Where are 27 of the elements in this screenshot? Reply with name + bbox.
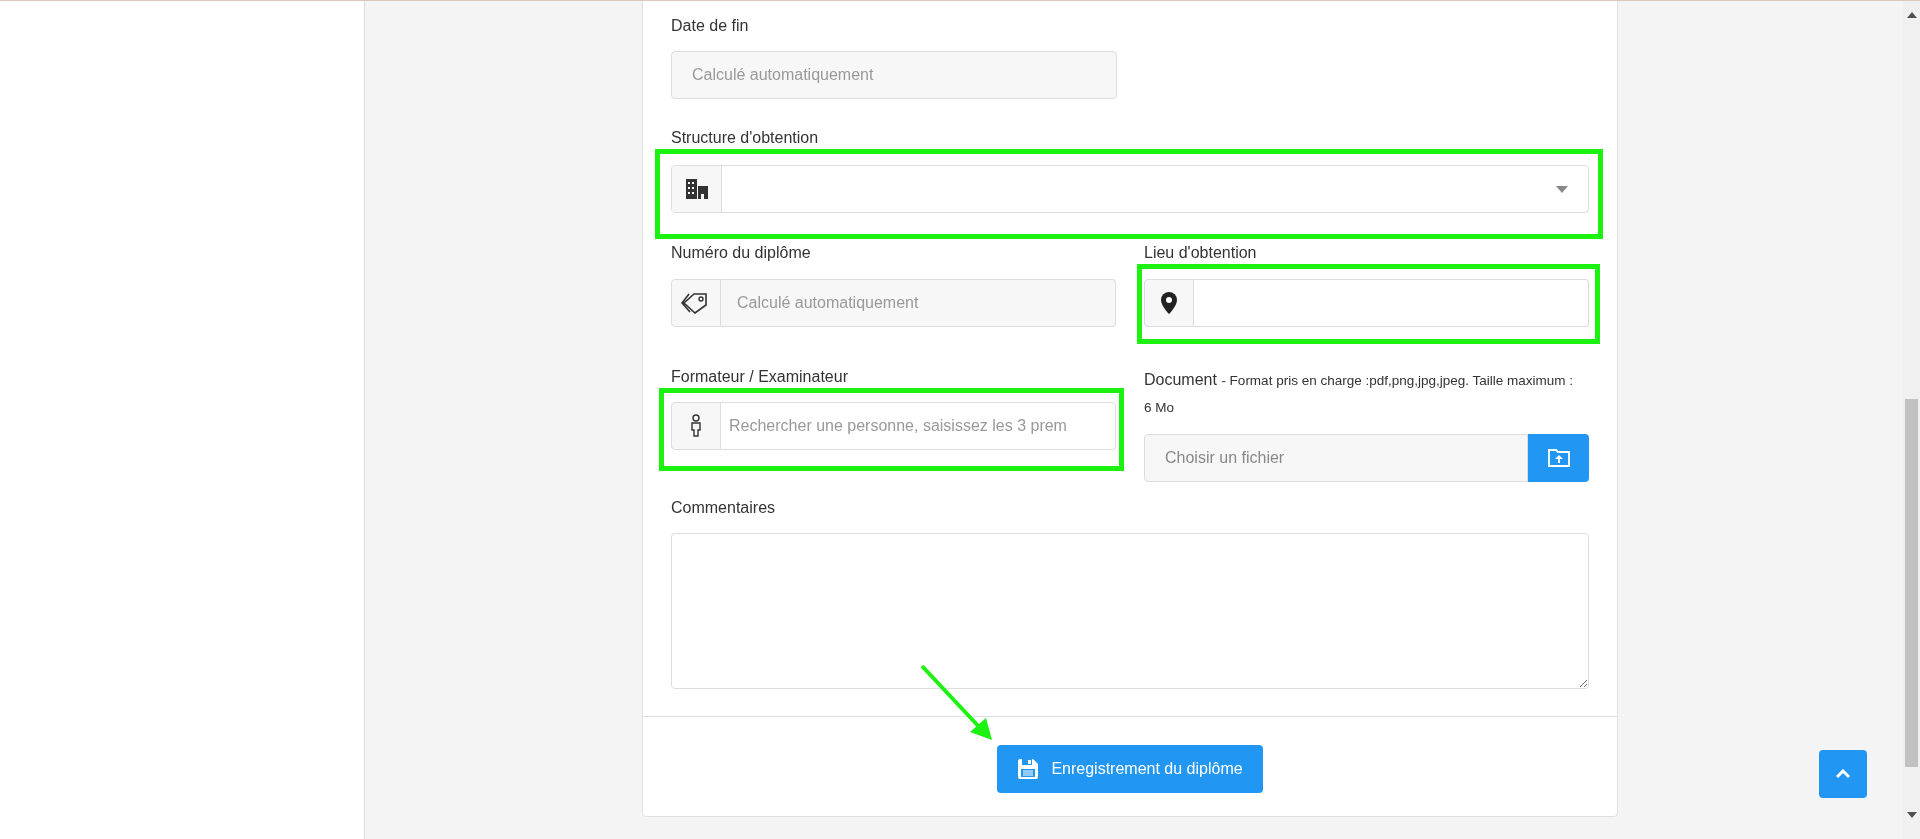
scrollbar[interactable] — [1903, 1, 1920, 839]
field-label: Lieu d'obtention — [1144, 243, 1258, 263]
buildings-icon — [684, 178, 709, 200]
scrollbar-thumb[interactable] — [1905, 399, 1918, 767]
scroll-to-top-button[interactable] — [1819, 750, 1867, 798]
trainer-search-field[interactable]: Rechercher une personne, saisissez les 3 prem — [721, 402, 1116, 450]
save-diploma-button[interactable]: Enregistrement du diplôme — [997, 745, 1263, 793]
field-label: Commentaires — [671, 498, 777, 518]
map-pin-icon — [1161, 292, 1177, 314]
caret-icon — [1556, 185, 1568, 193]
file-field[interactable]: Choisir un fichier — [1144, 434, 1528, 482]
folder-upload-icon — [1547, 449, 1570, 467]
upload-button[interactable] — [1528, 434, 1589, 482]
field-label: Structure d'obtention — [671, 128, 820, 148]
field-label: Numéro du diplôme — [671, 243, 812, 263]
scroll-up-arrow-icon — [1906, 12, 1917, 18]
person-icon — [690, 414, 702, 438]
scroll-down-arrow-icon — [1906, 812, 1917, 818]
comments-field[interactable] — [671, 533, 1589, 689]
field-label: Date de fin — [671, 16, 750, 36]
diploma-number-field[interactable]: Calculé automatiquement — [721, 279, 1116, 327]
structure-select[interactable] — [671, 165, 1589, 213]
field-label: Formateur / Examinateur — [671, 367, 849, 387]
document-label: Document - Format pris en charge :pdf,png,jpg,jpeg. Taille maximum : 6 Mo — [1144, 370, 1575, 417]
location-field[interactable] — [1194, 279, 1589, 327]
end-date-field[interactable]: Calculé automatiquement — [671, 51, 1117, 99]
chevron-up-icon — [1836, 769, 1850, 779]
